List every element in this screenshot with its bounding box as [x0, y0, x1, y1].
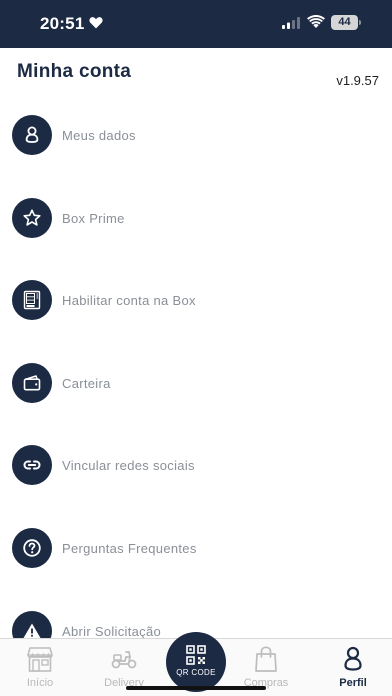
- battery-tip: [359, 20, 361, 25]
- vending-machine-icon: [12, 280, 52, 320]
- screen: 20:51 44 Minha conta v1.9.57 Meus dados: [0, 0, 392, 696]
- menu-item-label: Vincular redes sociais: [62, 457, 195, 473]
- question-icon: [12, 528, 52, 568]
- menu-item-label: Abrir Solicitação: [62, 623, 162, 639]
- menu-item-box-prime[interactable]: Box Prime: [0, 193, 392, 243]
- star-icon: [12, 198, 52, 238]
- menu-item-vincular-redes[interactable]: Vincular redes sociais: [0, 440, 392, 490]
- store-icon: [27, 647, 53, 672]
- qr-code-button[interactable]: QR CODE: [166, 632, 226, 692]
- shopping-bag-icon: [255, 646, 277, 672]
- nav-item-inicio[interactable]: Início: [10, 645, 70, 693]
- heart-icon: [89, 17, 103, 29]
- menu-item-perguntas-frequentes[interactable]: Perguntas Frequentes: [0, 523, 392, 573]
- app-version: v1.9.57: [336, 73, 379, 88]
- person-icon: [12, 115, 52, 155]
- menu-item-habilitar-conta[interactable]: Habilitar conta na Box: [0, 275, 392, 325]
- link-icon: [12, 445, 52, 485]
- nav-label: Perfil: [339, 677, 367, 689]
- status-bar: 20:51 44: [0, 0, 392, 48]
- wifi-icon: [307, 15, 325, 28]
- status-time: 20:51: [40, 14, 85, 33]
- nav-item-perfil[interactable]: Perfil: [323, 645, 383, 693]
- scooter-icon: [111, 651, 137, 669]
- battery-level: 44: [331, 15, 358, 30]
- menu-item-label: Meus dados: [62, 127, 136, 143]
- qr-code-icon: [186, 645, 206, 665]
- menu-item-label: Habilitar conta na Box: [62, 292, 196, 308]
- menu-item-label: Perguntas Frequentes: [62, 540, 197, 556]
- nav-label: Início: [26, 677, 54, 689]
- battery-icon: 44: [331, 15, 361, 30]
- menu-item-carteira[interactable]: Carteira: [0, 358, 392, 408]
- menu-item-meus-dados[interactable]: Meus dados: [0, 110, 392, 160]
- home-indicator: [126, 686, 266, 690]
- signal-icon: [282, 17, 300, 29]
- menu-item-label: Carteira: [62, 375, 111, 391]
- qr-code-label: QR CODE: [176, 668, 216, 677]
- menu-item-label: Box Prime: [62, 210, 125, 226]
- wallet-icon: [12, 363, 52, 403]
- person-icon: [344, 646, 362, 671]
- page-title: Minha conta: [17, 61, 132, 82]
